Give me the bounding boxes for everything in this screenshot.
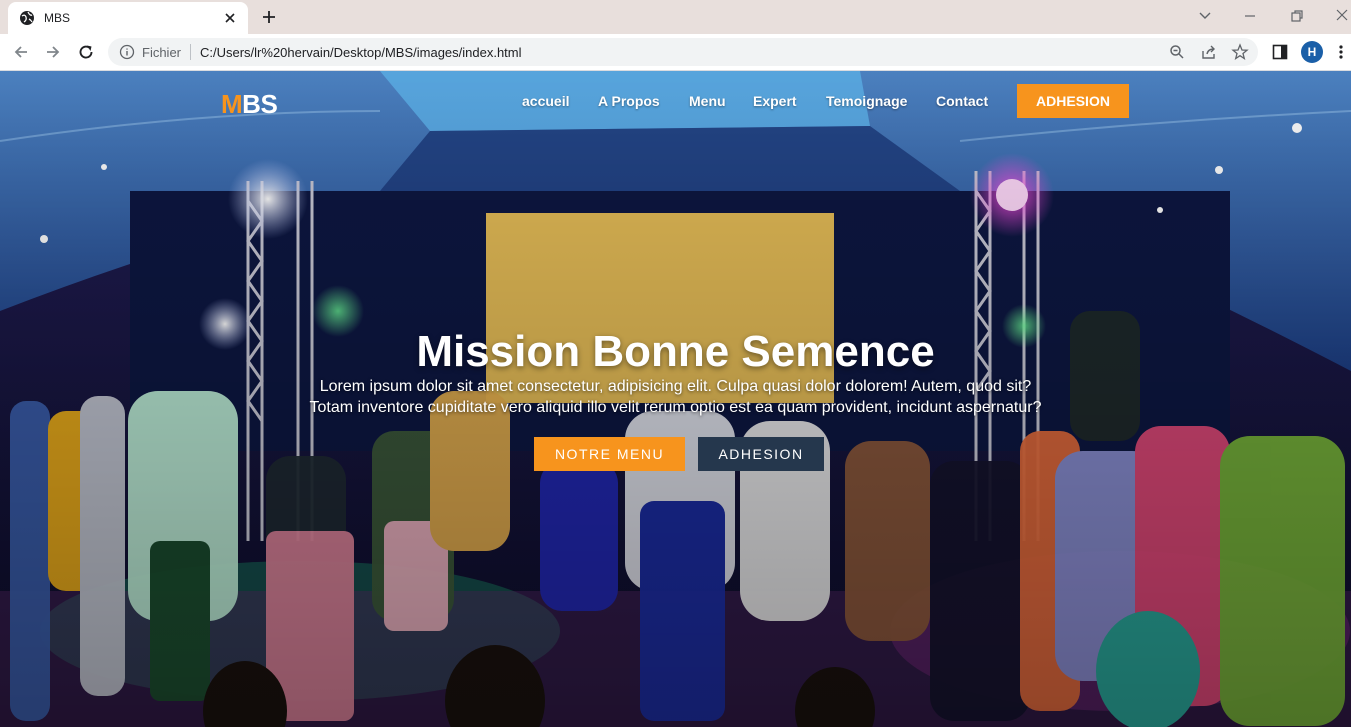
globe-icon bbox=[20, 11, 34, 25]
more-menu-icon[interactable] bbox=[1336, 43, 1346, 61]
hero-adhesion-button[interactable]: ADHESION bbox=[698, 437, 824, 471]
close-tab-icon[interactable] bbox=[221, 9, 239, 27]
browser-tab[interactable]: MBS bbox=[8, 2, 248, 34]
nav-link-expert[interactable]: Expert bbox=[753, 93, 797, 109]
site-logo[interactable]: MBS bbox=[221, 89, 278, 120]
file-scheme-label: Fichier bbox=[142, 45, 182, 60]
logo-bs-letters: BS bbox=[242, 89, 278, 119]
tab-strip: MBS bbox=[0, 0, 1351, 34]
url-text[interactable]: C:/Users/lr%20hervain/Desktop/MBS/images… bbox=[200, 45, 522, 60]
hero-description-line-1: Lorem ipsum dolor sit amet consectetur, … bbox=[319, 378, 1032, 395]
restore-icon[interactable] bbox=[1287, 6, 1307, 26]
nav-link-contact[interactable]: Contact bbox=[936, 93, 988, 109]
back-arrow-icon[interactable] bbox=[11, 42, 31, 62]
window-close-icon[interactable] bbox=[1333, 6, 1351, 24]
bookmark-star-icon[interactable] bbox=[1231, 43, 1249, 61]
page-viewport: MBS accueil A Propos Menu Expert Temoign… bbox=[0, 71, 1351, 727]
nav-link-a-propos[interactable]: A Propos bbox=[598, 93, 660, 109]
hero-description: Lorem ipsum dolor sit amet consectetur, … bbox=[0, 376, 1351, 418]
site-navbar: MBS accueil A Propos Menu Expert Temoign… bbox=[0, 71, 1351, 131]
nav-link-temoignage[interactable]: Temoignage bbox=[826, 93, 907, 109]
reload-icon[interactable] bbox=[76, 42, 96, 62]
tab-title: MBS bbox=[44, 11, 71, 25]
chevron-down-icon[interactable] bbox=[1196, 6, 1214, 24]
zoom-icon[interactable] bbox=[1168, 43, 1186, 61]
address-bar[interactable]: Fichier C:/Users/lr%20hervain/Desktop/MB… bbox=[108, 38, 1258, 66]
profile-avatar[interactable]: H bbox=[1301, 41, 1323, 63]
hero-title: Mission Bonne Semence bbox=[416, 327, 935, 376]
side-panel-icon[interactable] bbox=[1271, 43, 1289, 61]
info-icon[interactable] bbox=[119, 44, 135, 60]
minimize-icon[interactable] bbox=[1240, 6, 1260, 26]
browser-toolbar: Fichier C:/Users/lr%20hervain/Desktop/MB… bbox=[0, 34, 1351, 71]
nav-adhesion-button[interactable]: ADHESION bbox=[1017, 84, 1129, 118]
forward-arrow-icon[interactable] bbox=[43, 42, 63, 62]
share-icon[interactable] bbox=[1200, 43, 1218, 61]
new-tab-icon[interactable] bbox=[259, 7, 279, 27]
nav-link-menu[interactable]: Menu bbox=[689, 93, 726, 109]
hero-description-line-2: Totam inventore cupiditate vero aliquid … bbox=[309, 399, 1042, 416]
notre-menu-button[interactable]: NOTRE MENU bbox=[534, 437, 685, 471]
logo-m-letter: M bbox=[221, 89, 243, 119]
nav-link-accueil[interactable]: accueil bbox=[522, 93, 569, 109]
omnibox-separator bbox=[190, 44, 191, 60]
